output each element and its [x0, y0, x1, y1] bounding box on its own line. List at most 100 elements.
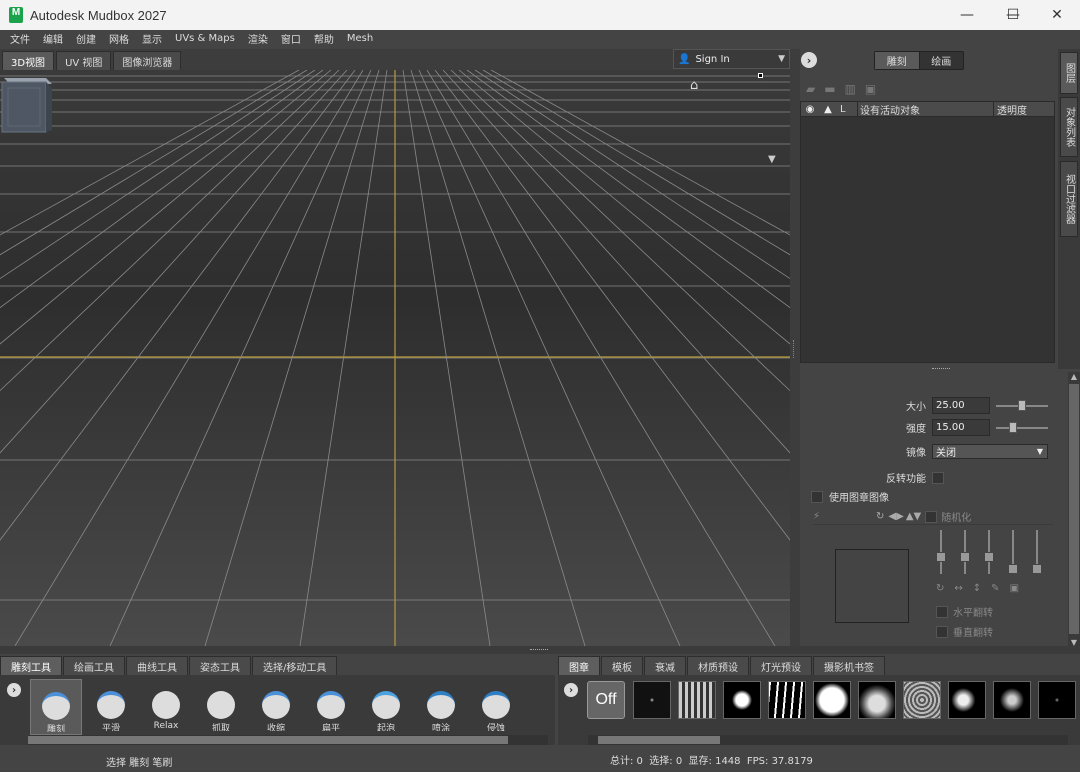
rotate-icon[interactable]: ↻: [876, 511, 884, 522]
panel-splitter-grip-icon[interactable]: [932, 368, 950, 371]
tab-material-presets[interactable]: 材质预设: [687, 656, 749, 675]
tab-object-list[interactable]: 对象列表: [1060, 97, 1078, 157]
sign-in-dropdown[interactable]: 👤 Sign In ▼: [673, 49, 790, 69]
stamp-shelf-scroll-thumb[interactable]: [598, 736, 720, 744]
tab-camera-bookmarks[interactable]: 摄影机书签: [813, 656, 885, 675]
home-icon[interactable]: ⌂: [690, 78, 698, 93]
strength-input[interactable]: 15.00: [932, 419, 990, 436]
horizontal-arrows-icon[interactable]: ↔: [954, 583, 962, 594]
tab-curve-tools[interactable]: 曲线工具: [126, 656, 188, 675]
menu-uvs-maps[interactable]: UVs & Maps: [175, 33, 235, 44]
viewcube-icon[interactable]: [0, 70, 52, 134]
tab-sculpt-tools[interactable]: 雕刻工具: [0, 656, 62, 675]
bottom-splitter[interactable]: [0, 646, 1080, 654]
tab-layers[interactable]: 图层: [1060, 52, 1078, 94]
mode-paint-button[interactable]: 绘画: [920, 52, 964, 69]
tab-stencil[interactable]: 模板: [601, 656, 643, 675]
tool-2[interactable]: 平滑: [85, 679, 137, 735]
tab-falloff[interactable]: 衰减: [644, 656, 686, 675]
tool-4[interactable]: 抓取: [195, 679, 247, 735]
stamp-thumbnail-3[interactable]: [723, 681, 761, 719]
stamp-thumbnail-8[interactable]: [948, 681, 986, 719]
tool-9[interactable]: 侵蚀: [470, 679, 522, 735]
use-stamp-checkbox[interactable]: [811, 490, 823, 503]
stamp-thumbnail-7[interactable]: [903, 681, 941, 719]
size-input[interactable]: 25.00: [932, 397, 990, 414]
stamp-slider-1[interactable]: [936, 530, 946, 574]
flip-h-checkbox[interactable]: [936, 605, 948, 618]
properties-scrollbar[interactable]: ▲ ▼: [1068, 372, 1080, 648]
size-slider-knob[interactable]: [1018, 399, 1026, 411]
tool-5[interactable]: 收缩: [250, 679, 302, 735]
stamp-thumbnail-5[interactable]: [813, 681, 851, 719]
minimize-button-2[interactable]: —: [944, 0, 990, 30]
menu-mesh[interactable]: Mesh: [347, 33, 373, 44]
menu-mesh-cn[interactable]: 网格: [109, 31, 129, 46]
flip-vertical-icon[interactable]: ▲▼: [906, 511, 921, 522]
new-layer-icon[interactable]: ▰: [806, 82, 815, 96]
menu-window[interactable]: 窗口: [281, 31, 301, 46]
flip-v-checkbox[interactable]: [936, 625, 948, 638]
scroll-up-icon[interactable]: ▲: [1068, 372, 1080, 382]
maximize-button[interactable]: ☐: [990, 0, 1036, 30]
vertical-arrows-icon[interactable]: ↕: [973, 583, 981, 594]
edit-icon[interactable]: ✎: [991, 583, 999, 594]
stamp-thumbnail-1[interactable]: [633, 681, 671, 719]
trash-icon[interactable]: ▥: [845, 82, 856, 96]
tool-shelf-expand-icon[interactable]: ›: [7, 683, 21, 697]
viewcube-menu-icon[interactable]: ▼: [768, 154, 776, 165]
menu-display[interactable]: 显示: [142, 31, 162, 46]
scrollbar-thumb[interactable]: [1069, 384, 1079, 634]
tab-viewport-filters[interactable]: 视口过滤器: [1060, 161, 1078, 237]
stamp-slider-2[interactable]: [960, 530, 970, 574]
tool-shelf-scroll-thumb[interactable]: [28, 736, 508, 744]
stamp-shelf-scrollbar[interactable]: [588, 735, 1068, 745]
menu-render[interactable]: 渲染: [248, 31, 268, 46]
tab-light-presets[interactable]: 灯光预设: [750, 656, 812, 675]
close-button[interactable]: ✕: [1034, 0, 1080, 30]
lock-icon[interactable]: ▲: [819, 104, 837, 115]
tab-3d-view[interactable]: 3D视图: [2, 51, 55, 70]
invert-checkbox[interactable]: [932, 471, 944, 484]
tool-shelf-scrollbar[interactable]: [28, 735, 548, 745]
tab-uv-view[interactable]: UV 视图: [56, 51, 112, 70]
stamp-shelf-expand-icon[interactable]: ›: [564, 683, 578, 697]
flip-icon[interactable]: ◀▶: [888, 511, 903, 522]
randomize-checkbox[interactable]: [925, 510, 938, 523]
stamp-thumbnail-4[interactable]: [768, 681, 806, 719]
tool-8[interactable]: 喷涂: [415, 679, 467, 735]
copy-icon[interactable]: ▣: [1010, 583, 1019, 594]
tool-7[interactable]: 起泡: [360, 679, 412, 735]
layer-options-icon[interactable]: ▣: [865, 82, 876, 96]
stamp-thumbnail-10[interactable]: [1038, 681, 1076, 719]
strength-slider-knob[interactable]: [1009, 421, 1018, 433]
stamp-thumbnail-6[interactable]: [858, 681, 896, 719]
strength-slider[interactable]: [996, 421, 1048, 433]
mirror-dropdown[interactable]: 关闭 ▼: [932, 444, 1048, 459]
tool-6[interactable]: 扁平: [305, 679, 357, 735]
stamp-link-icon[interactable]: ⚡: [813, 511, 820, 522]
stamp-off-button[interactable]: Off: [587, 681, 625, 719]
rotate-stamp-icon[interactable]: ↻: [936, 583, 944, 594]
folder-icon[interactable]: ▬: [824, 82, 835, 96]
size-slider[interactable]: [996, 399, 1048, 411]
stamp-slider-5[interactable]: [1032, 530, 1042, 574]
tab-image-browser[interactable]: 图像浏览器: [113, 51, 182, 70]
menu-edit[interactable]: 编辑: [43, 31, 63, 46]
stamp-slider-3[interactable]: [984, 530, 994, 574]
stamp-slider-4[interactable]: [1008, 530, 1018, 574]
mode-sculpt-button[interactable]: 雕刻: [875, 52, 920, 69]
menu-file[interactable]: 文件: [10, 31, 30, 46]
tab-paint-tools[interactable]: 绘画工具: [63, 656, 125, 675]
expand-panel-button[interactable]: ›: [801, 52, 817, 68]
tab-stamp[interactable]: 图章: [558, 656, 600, 675]
tool-1[interactable]: 雕刻: [30, 679, 82, 735]
tool-3[interactable]: Relax: [140, 679, 192, 735]
menu-create[interactable]: 创建: [76, 31, 96, 46]
tab-select-move-tools[interactable]: 选择/移动工具: [252, 656, 338, 675]
stamp-thumbnail-9[interactable]: [993, 681, 1031, 719]
visibility-eye-icon[interactable]: ◉: [801, 104, 819, 115]
tab-pose-tools[interactable]: 姿态工具: [189, 656, 251, 675]
3d-viewport[interactable]: ⌂ ▼: [0, 70, 790, 646]
stamp-thumbnail-2[interactable]: [678, 681, 716, 719]
